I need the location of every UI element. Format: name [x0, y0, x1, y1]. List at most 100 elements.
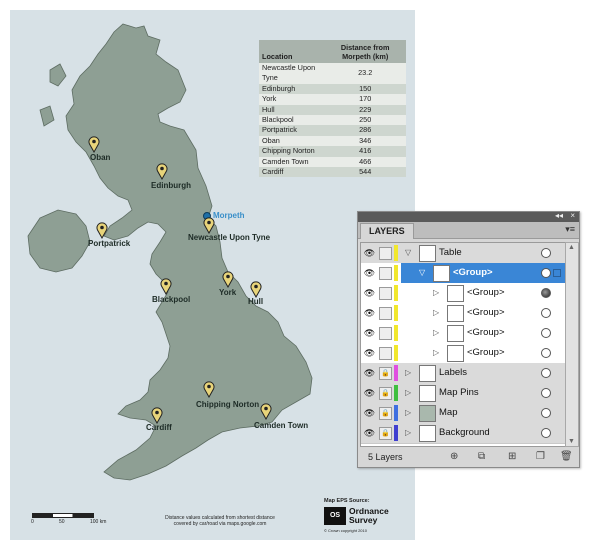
scroll-up-icon[interactable]: ▲ — [568, 244, 575, 251]
clipping-mask-icon[interactable]: ⧉ — [478, 451, 485, 462]
chevron-right-icon[interactable]: ▷ — [405, 408, 411, 417]
layer-name-cell[interactable]: ▷ Map Pins — [401, 383, 565, 403]
lock-toggle[interactable] — [379, 267, 392, 280]
map-pin-icon[interactable] — [160, 278, 172, 295]
distance-cell: 544 — [324, 167, 406, 178]
layer-name-cell[interactable]: ▽ Table — [401, 243, 565, 263]
lock-toggle[interactable] — [379, 287, 392, 300]
lock-icon[interactable]: 🔒 — [379, 407, 392, 420]
eye-icon[interactable]: 👁 — [363, 427, 376, 439]
target-icon[interactable] — [541, 268, 551, 278]
layer-row-map-pins[interactable]: 👁 🔒 ▷ Map Pins — [361, 383, 565, 404]
collapse-icon[interactable]: ◂◂ — [555, 211, 563, 220]
lock-icon[interactable]: 🔒 — [379, 367, 392, 380]
eye-icon[interactable]: 👁 — [363, 307, 376, 319]
target-icon[interactable] — [541, 348, 551, 358]
chevron-right-icon[interactable]: ▷ — [433, 328, 439, 337]
lock-toggle[interactable] — [379, 347, 392, 360]
layer-name-cell[interactable]: ▷ Map — [401, 403, 565, 423]
layer-row-group[interactable]: 👁 ▷ <Group> — [361, 303, 565, 324]
layer-row-table[interactable]: 👁 ▽ Table — [361, 243, 565, 264]
map-pin-icon[interactable] — [88, 136, 100, 153]
chevron-down-icon[interactable]: ▽ — [405, 248, 411, 257]
eye-icon[interactable]: 👁 — [363, 267, 376, 279]
layer-row-group[interactable]: 👁 ▽ <Group> — [361, 263, 565, 284]
layer-row-map[interactable]: 👁 🔒 ▷ Map — [361, 403, 565, 424]
trash-icon[interactable]: 🗑 — [560, 451, 573, 462]
os-name-line: Survey — [349, 515, 378, 525]
distance-cell: 466 — [324, 156, 406, 168]
map-pin-icon[interactable] — [96, 222, 108, 239]
map-pin-icon[interactable] — [151, 407, 163, 424]
chevron-right-icon[interactable]: ▷ — [405, 388, 411, 397]
lock-toggle[interactable] — [379, 327, 392, 340]
map-pin-icon[interactable] — [203, 217, 215, 234]
layer-thumbnail — [433, 265, 450, 282]
target-icon[interactable] — [541, 328, 551, 338]
map-pin-icon[interactable] — [156, 163, 168, 180]
table-row: Camden Town 466 — [259, 156, 406, 168]
scrollbar[interactable]: ▲ ▼ — [565, 242, 579, 447]
layer-name-cell[interactable]: ▷ <Group> — [401, 343, 565, 363]
target-icon[interactable] — [541, 288, 551, 298]
layer-row-background[interactable]: 👁 🔒 ▷ Background — [361, 423, 565, 444]
panel-titlebar[interactable]: ◂◂ × — [358, 211, 579, 222]
new-layer-icon[interactable]: ❐ — [536, 451, 545, 462]
layer-color-swatch — [394, 285, 398, 301]
map-pin-icon[interactable] — [203, 381, 215, 398]
target-icon[interactable] — [541, 368, 551, 378]
chevron-down-icon[interactable]: ▽ — [419, 268, 425, 277]
layer-row-labels[interactable]: 👁 🔒 ▷ Labels — [361, 363, 565, 384]
layer-name-cell[interactable]: ▷ <Group> — [401, 283, 565, 303]
chevron-right-icon[interactable]: ▷ — [405, 428, 411, 437]
lock-toggle[interactable] — [379, 247, 392, 260]
lock-toggle[interactable] — [379, 307, 392, 320]
layer-color-swatch — [394, 325, 398, 341]
layer-name-cell[interactable]: ▷ Background — [401, 423, 565, 443]
close-icon[interactable]: × — [570, 211, 575, 220]
layer-row-group[interactable]: 👁 ▷ <Group> — [361, 323, 565, 344]
target-icon[interactable] — [541, 388, 551, 398]
city-label-oban: Oban — [90, 153, 111, 162]
eye-icon[interactable]: 👁 — [363, 327, 376, 339]
locate-object-icon[interactable]: ⊕ — [450, 451, 458, 462]
eye-icon[interactable]: 👁 — [363, 387, 376, 399]
layer-name-cell[interactable]: ▷ <Group> — [401, 303, 565, 323]
tab-layers[interactable]: LAYERS — [360, 223, 414, 239]
distance-cell: 286 — [324, 125, 406, 136]
layer-color-swatch — [394, 405, 398, 421]
chevron-right-icon[interactable]: ▷ — [433, 348, 439, 357]
layer-thumbnail — [419, 365, 436, 382]
map-pin-icon[interactable] — [260, 403, 272, 420]
lock-icon[interactable]: 🔒 — [379, 387, 392, 400]
chevron-right-icon[interactable]: ▷ — [433, 308, 439, 317]
layer-name-cell[interactable]: ▷ Labels — [401, 363, 565, 383]
layer-thumbnail — [419, 385, 436, 402]
layer-name-cell[interactable]: ▽ <Group> — [401, 263, 565, 283]
panel-menu-icon[interactable]: ▾≡ — [565, 224, 575, 235]
eye-icon[interactable]: 👁 — [363, 247, 376, 259]
scroll-down-icon[interactable]: ▼ — [568, 438, 575, 445]
target-icon[interactable] — [541, 408, 551, 418]
map-pin-icon[interactable] — [250, 281, 262, 298]
layers-panel[interactable]: ◂◂ × LAYERS ▾≡ 👁 ▽ Table 👁 ▽ <Group> 👁 ▷… — [357, 211, 580, 468]
eye-icon[interactable]: 👁 — [363, 347, 376, 359]
new-sublayer-icon[interactable]: ⊞ — [508, 451, 516, 462]
layer-name: <Group> — [467, 307, 505, 318]
map-pin-icon[interactable] — [222, 271, 234, 288]
lock-icon[interactable]: 🔒 — [379, 427, 392, 440]
target-icon[interactable] — [541, 248, 551, 258]
layer-name: Labels — [439, 367, 467, 378]
layer-row-group[interactable]: 👁 ▷ <Group> — [361, 283, 565, 304]
chevron-right-icon[interactable]: ▷ — [433, 288, 439, 297]
table-row: Blackpool 250 — [259, 115, 406, 126]
target-icon[interactable] — [541, 428, 551, 438]
layer-name-cell[interactable]: ▷ <Group> — [401, 323, 565, 343]
eye-icon[interactable]: 👁 — [363, 407, 376, 419]
eye-icon[interactable]: 👁 — [363, 367, 376, 379]
city-label-hull: Hull — [248, 297, 264, 306]
target-icon[interactable] — [541, 308, 551, 318]
chevron-right-icon[interactable]: ▷ — [405, 368, 411, 377]
layer-row-group[interactable]: 👁 ▷ <Group> — [361, 343, 565, 364]
eye-icon[interactable]: 👁 — [363, 287, 376, 299]
